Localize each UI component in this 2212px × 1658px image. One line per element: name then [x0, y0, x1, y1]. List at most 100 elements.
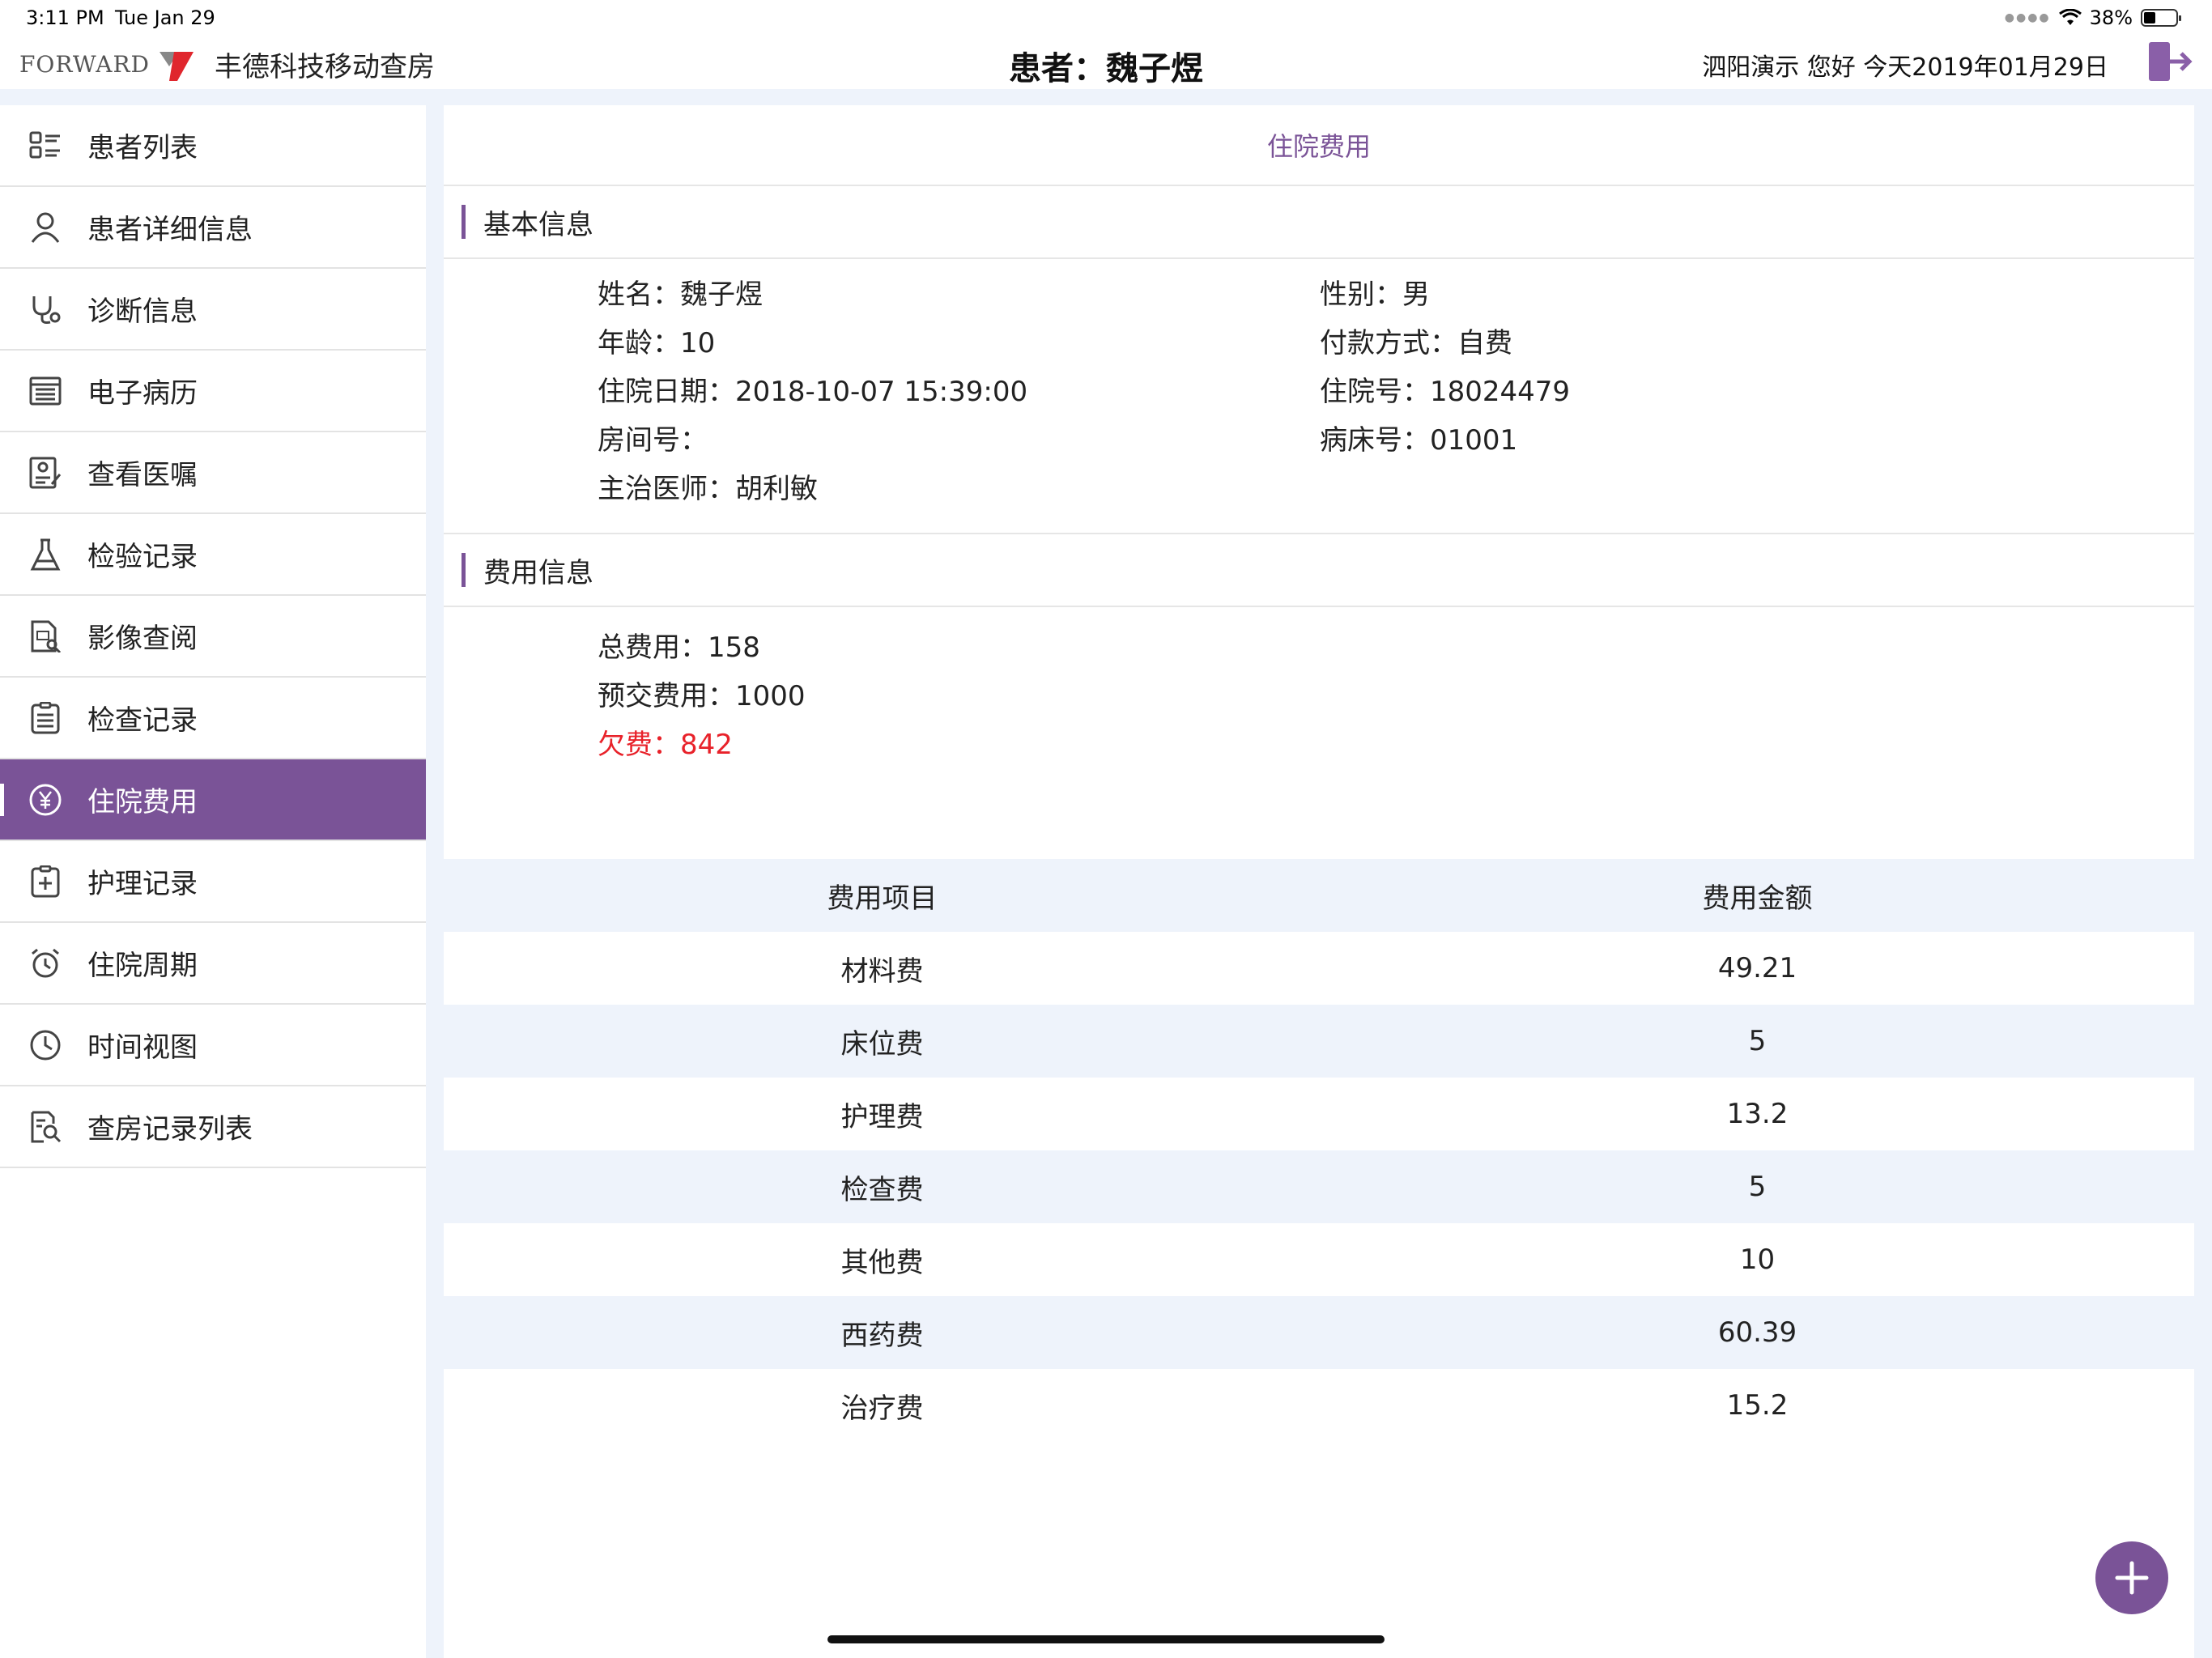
table-row: 检查费 5	[444, 1150, 2194, 1223]
basic-info: 姓名：魏子煜 性别：男 年龄：10 付款方式：自费 住院日期：2018-10-0…	[444, 259, 2194, 534]
plus-icon	[2115, 1561, 2149, 1595]
sidebar-item-label: 检验记录	[87, 541, 198, 573]
clipboard-icon	[28, 700, 63, 736]
sidebar-item-label: 查房记录列表	[87, 1113, 253, 1146]
status-time: 3:11 PM	[26, 6, 104, 29]
payment-method: 付款方式：自费	[1320, 327, 1512, 359]
status-bar: 3:11 PM Tue Jan 29 ●●●● 38%	[0, 0, 2212, 37]
image-doc-icon	[28, 619, 63, 654]
admit-date: 住院日期：2018-10-07 15:39:00	[598, 376, 1028, 408]
table-row: 护理费 13.2	[444, 1078, 2194, 1150]
home-indicator[interactable]	[827, 1635, 1385, 1643]
sidebar-item-lab[interactable]: 检验记录	[0, 514, 426, 596]
attending-doctor: 主治医师：胡利敏	[598, 473, 818, 505]
column-header: 费用金额	[1702, 882, 1813, 915]
fee-amount: 10	[1739, 1244, 1776, 1276]
sidebar-item-cycle[interactable]: 住院周期	[0, 923, 426, 1005]
sidebar-item-diagnosis[interactable]: 诊断信息	[0, 269, 426, 351]
fee-item: 其他费	[840, 1246, 924, 1279]
sidebar-item-label: 电子病历	[87, 377, 198, 410]
fee-summary: 总费用：158 预交费用：1000 欠费：842	[444, 607, 2194, 858]
person-icon	[28, 210, 63, 245]
fee-item: 检查费	[840, 1173, 924, 1206]
sidebar-item-label: 患者详细信息	[87, 214, 253, 246]
sidebar-item-hospital-fees[interactable]: 住院费用	[0, 759, 426, 841]
greeting-text: 泗阳演示 您好 今天2019年01月29日	[1702, 53, 2108, 82]
nursing-icon	[28, 864, 63, 899]
table-row: 床位费 5	[444, 1005, 2194, 1078]
sidebar-item-nursing[interactable]: 护理记录	[0, 841, 426, 923]
section-accent-bar	[462, 553, 466, 587]
search-doc-icon	[28, 1109, 63, 1145]
sidebar-item-label: 时间视图	[87, 1031, 198, 1064]
sidebar-item-patient-detail[interactable]: 患者详细信息	[0, 187, 426, 269]
add-button[interactable]	[2095, 1541, 2168, 1614]
fee-amount: 49.21	[1717, 952, 1797, 984]
fee-amount: 60.39	[1717, 1316, 1797, 1349]
section-title: 费用信息	[483, 556, 593, 589]
table-header: 费用项目 费用金额	[444, 859, 2194, 932]
arrears-fee: 欠费：842	[598, 729, 733, 761]
clock-icon	[28, 1027, 63, 1063]
sidebar-item-label: 护理记录	[87, 868, 198, 900]
sidebar-item-patient-list[interactable]: 患者列表	[0, 105, 426, 187]
fee-item: 护理费	[840, 1100, 924, 1133]
room-number: 房间号：	[598, 424, 708, 457]
sidebar-nav: 患者列表 患者详细信息 诊断信息 电子病历 查看医嘱 检验记录 影像查阅 检查记…	[0, 105, 426, 1658]
fee-table: 费用项目 费用金额 材料费 49.21 床位费 5 护理费 13.2 检查费 5…	[444, 859, 2194, 1442]
total-fee: 总费用：158	[598, 631, 760, 664]
status-right: ●●●● 38%	[2004, 6, 2181, 29]
doctor-order-icon	[28, 455, 63, 491]
sidebar-item-label: 影像查阅	[87, 623, 198, 655]
sidebar-item-label: 检查记录	[87, 704, 198, 737]
sidebar-item-label: 诊断信息	[87, 295, 198, 328]
section-title: 基本信息	[483, 208, 593, 241]
patient-gender: 性别：男	[1320, 278, 1430, 311]
table-row: 材料费 49.21	[444, 932, 2194, 1005]
table-row: 治疗费 15.2	[444, 1369, 2194, 1442]
sidebar-item-label: 住院周期	[87, 950, 198, 982]
alarm-icon	[28, 946, 63, 981]
sidebar-item-label: 查看医嘱	[87, 459, 198, 491]
bed-number: 病床号：01001	[1320, 424, 1518, 457]
table-row: 其他费 10	[444, 1223, 2194, 1296]
sidebar-item-emr[interactable]: 电子病历	[0, 351, 426, 432]
medical-record-icon	[28, 373, 63, 409]
patient-list-icon	[28, 128, 63, 164]
fee-info-header: 费用信息	[444, 534, 2194, 607]
section-accent-bar	[462, 205, 466, 239]
sidebar-item-exam[interactable]: 检查记录	[0, 678, 426, 759]
status-date: Tue Jan 29	[115, 6, 215, 29]
fee-amount: 5	[1748, 1025, 1767, 1057]
sidebar-item-orders[interactable]: 查看医嘱	[0, 432, 426, 514]
fee-amount: 13.2	[1726, 1098, 1789, 1130]
fee-amount: 15.2	[1726, 1389, 1789, 1422]
fee-item: 床位费	[840, 1027, 924, 1061]
page-title: 住院费用	[444, 105, 2194, 186]
sidebar-item-imaging[interactable]: 影像查阅	[0, 596, 426, 678]
signal-icon: ●●●●	[2004, 11, 2051, 24]
fee-item: 材料费	[840, 954, 924, 988]
patient-name: 姓名：魏子煜	[598, 278, 763, 311]
sidebar-item-timeline[interactable]: 时间视图	[0, 1005, 426, 1086]
app-header: FORWARD 丰德科技移动查房 患者：魏子煜 泗阳演示 您好 今天2019年0…	[0, 37, 2212, 89]
sidebar-item-label: 住院费用	[87, 786, 198, 818]
fee-item: 西药费	[840, 1319, 924, 1352]
flask-icon	[28, 537, 63, 572]
battery-percent: 38%	[2089, 6, 2133, 29]
basic-info-header: 基本信息	[444, 186, 2194, 259]
column-header: 费用项目	[827, 882, 938, 915]
logout-button[interactable]	[2144, 39, 2193, 84]
sidebar-item-label: 患者列表	[87, 132, 198, 164]
fee-amount: 5	[1748, 1171, 1767, 1203]
prepaid-fee: 预交费用：1000	[598, 680, 806, 712]
yen-icon	[28, 782, 63, 818]
table-row: 西药费 60.39	[444, 1296, 2194, 1369]
fee-item: 治疗费	[840, 1392, 924, 1425]
battery-icon	[2141, 9, 2181, 27]
patient-age: 年龄：10	[598, 327, 716, 359]
admit-number: 住院号：18024479	[1320, 376, 1571, 408]
sidebar-item-rounds-list[interactable]: 查房记录列表	[0, 1086, 426, 1168]
wifi-icon	[2058, 9, 2082, 25]
stethoscope-icon	[28, 291, 63, 327]
